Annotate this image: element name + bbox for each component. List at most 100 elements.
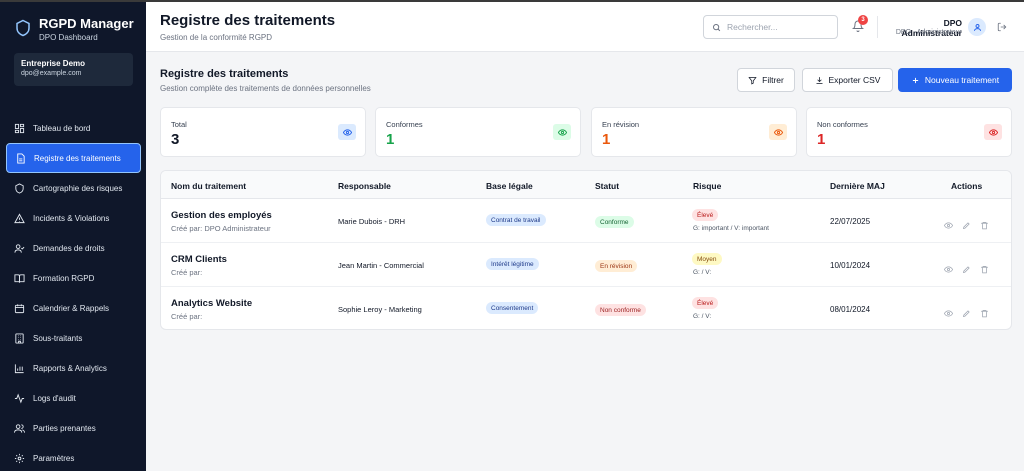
eye-icon: [553, 124, 571, 140]
legal-basis-badge: Consentement: [486, 302, 539, 314]
last-updated: 10/01/2024: [830, 261, 871, 270]
dashboard-icon: [14, 123, 25, 134]
building-icon: [14, 332, 25, 344]
view-icon[interactable]: [943, 217, 954, 229]
eye-icon: [338, 124, 356, 140]
last-updated: 22/07/2025: [830, 217, 871, 226]
sidebar-item-dashboard[interactable]: Tableau de bord: [6, 113, 141, 143]
sidebar-item-label: Rapports & Analytics: [33, 363, 107, 373]
legal-basis-badge: Contrat de travail: [486, 214, 546, 226]
sidebar: RGPD Manager DPO Dashboard Entreprise De…: [0, 0, 146, 471]
new-label: Nouveau traitement: [924, 75, 1000, 85]
filter-button[interactable]: Filtrer: [737, 68, 795, 92]
sidebar-item-parametres[interactable]: Paramètres: [6, 443, 141, 471]
risk-detail: G: / V:: [693, 269, 712, 276]
treatment-creator: Créé par: DPO Administrateur: [171, 224, 271, 233]
treatment-name: Gestion des employés: [171, 210, 272, 221]
plus-icon: [912, 77, 919, 83]
sidebar-item-cartographie[interactable]: Cartographie des risques: [6, 173, 141, 203]
treatment-name: CRM Clients: [171, 254, 227, 265]
view-icon[interactable]: [943, 305, 954, 317]
last-updated: 08/01/2024: [830, 305, 871, 314]
column-header: Actions: [951, 181, 983, 191]
section-subtitle: Gestion complète des traitements de donn…: [160, 84, 371, 93]
new-treatment-button[interactable]: Nouveau traitement: [898, 68, 1012, 92]
edit-icon[interactable]: [962, 305, 971, 318]
shield-icon: [14, 182, 25, 194]
table-row[interactable]: Gestion des employés Créé par: DPO Admin…: [161, 199, 1011, 243]
table-row[interactable]: Analytics Website Créé par: Sophie Leroy…: [161, 287, 1011, 329]
sidebar-item-label: Registre des traitements: [34, 153, 121, 163]
organization-card[interactable]: Entreprise Demo dpo@example.com: [14, 53, 133, 86]
user-role: DPO - Administrateur: [895, 29, 962, 36]
stat-label: En révision: [602, 120, 640, 129]
edit-icon[interactable]: [962, 261, 971, 274]
legal-basis-badge: Intérêt légitime: [486, 258, 539, 270]
sidebar-item-label: Tableau de bord: [33, 123, 91, 133]
sidebar-item-label: Parties prenantes: [33, 423, 96, 433]
sidebar-nav: Tableau de bord Registre des traitements…: [6, 113, 141, 471]
search-box[interactable]: [703, 15, 838, 39]
avatar[interactable]: [968, 18, 986, 36]
status-badge: Conforme: [595, 216, 634, 228]
page-subtitle: Gestion de la conformité RGPD: [160, 33, 273, 42]
trash-icon[interactable]: [980, 261, 989, 274]
document-icon: [15, 152, 26, 164]
export-csv-button[interactable]: Exporter CSV: [802, 68, 893, 92]
column-header: Responsable: [338, 181, 391, 191]
risk-badge: Élevé: [692, 209, 719, 221]
treatment-name: Analytics Website: [171, 298, 253, 309]
download-icon: [816, 76, 823, 84]
window-top-edge: [0, 0, 1024, 2]
sidebar-item-incidents[interactable]: Incidents & Violations: [6, 203, 141, 233]
sidebar-item-label: Logs d'audit: [33, 393, 76, 403]
warning-icon: [14, 212, 25, 224]
organization-email: dpo@example.com: [21, 70, 82, 77]
sidebar-item-rapports[interactable]: Rapports & Analytics: [6, 353, 141, 383]
filter-label: Filtrer: [762, 75, 784, 85]
sidebar-item-demandes[interactable]: Demandes de droits: [6, 233, 141, 263]
sidebar-item-parties[interactable]: Parties prenantes: [6, 413, 141, 443]
brand: RGPD Manager DPO Dashboard: [14, 16, 134, 42]
stat-card-conformes: Conformes 1: [375, 107, 581, 157]
sidebar-item-registre[interactable]: Registre des traitements: [6, 143, 141, 173]
app-title: RGPD Manager: [39, 16, 134, 31]
user-icon: [973, 23, 981, 31]
trash-icon[interactable]: [980, 217, 989, 230]
stat-value: 1: [602, 131, 611, 148]
organization-name: Entreprise Demo: [21, 59, 86, 68]
eye-icon: [984, 124, 1002, 140]
section-title: Registre des traitements: [160, 68, 289, 80]
treatment-responsible: Marie Dubois - DRH: [338, 217, 406, 226]
app-subtitle: DPO Dashboard: [39, 33, 98, 42]
logout-icon[interactable]: [997, 22, 1007, 32]
trash-icon[interactable]: [980, 305, 989, 318]
search-input[interactable]: [727, 22, 827, 32]
stat-label: Total: [171, 120, 187, 129]
stat-value: 1: [386, 131, 395, 148]
gear-icon: [14, 453, 25, 464]
sidebar-item-label: Paramètres: [33, 453, 75, 463]
edit-icon[interactable]: [962, 217, 971, 230]
stat-label: Non conformes: [817, 120, 868, 129]
user-check-icon: [14, 243, 25, 254]
sidebar-item-label: Calendrier & Rappels: [33, 303, 110, 313]
treatment-responsible: Sophie Leroy - Marketing: [338, 305, 422, 314]
activity-icon: [14, 393, 25, 404]
sidebar-item-logs[interactable]: Logs d'audit: [6, 383, 141, 413]
view-icon[interactable]: [943, 261, 954, 273]
table-row[interactable]: CRM Clients Créé par: Jean Martin - Comm…: [161, 243, 1011, 287]
column-header: Statut: [595, 181, 620, 191]
risk-badge: Élevé: [692, 297, 719, 309]
users-icon: [14, 423, 25, 434]
sidebar-item-sous-traitants[interactable]: Sous-traitants: [6, 323, 141, 353]
treatment-responsible: Jean Martin - Commercial: [338, 261, 424, 270]
stat-value: 3: [171, 131, 180, 148]
stat-card-non-conformes: Non conformes 1: [806, 107, 1012, 157]
stat-label: Conformes: [386, 120, 423, 129]
sidebar-item-calendrier[interactable]: Calendrier & Rappels: [6, 293, 141, 323]
stat-value: 1: [817, 131, 826, 148]
column-header: Nom du traitement: [171, 181, 247, 191]
sidebar-item-formation[interactable]: Formation RGPD: [6, 263, 141, 293]
book-icon: [14, 273, 25, 284]
